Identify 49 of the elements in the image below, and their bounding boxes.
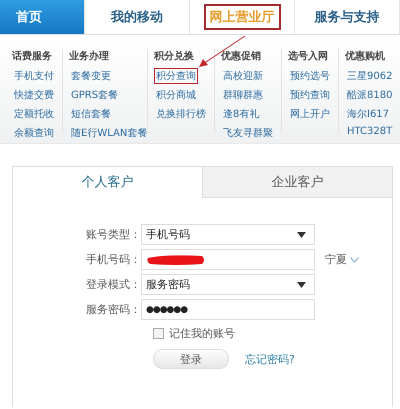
menu-heading: 业务办理 <box>69 50 109 63</box>
field-label: 服务密码： <box>85 302 141 317</box>
menu-heading: 优惠促销 <box>221 50 261 63</box>
select-field[interactable]: 手机号码 <box>141 224 315 245</box>
select-field[interactable]: 服务密码 <box>141 274 315 295</box>
menu-link[interactable]: HTC328T <box>345 125 394 138</box>
nav-tab[interactable]: 我的移动 <box>105 4 169 30</box>
menu-link[interactable]: 预约选号 <box>288 68 332 84</box>
menu-heading: 选号入网 <box>288 50 328 63</box>
menu-link[interactable]: GPRS套餐 <box>69 87 120 103</box>
menu-link[interactable]: 海尔I617 <box>345 106 392 122</box>
menu-link[interactable]: 飞友寻群聚 <box>221 125 275 141</box>
menu-link[interactable]: 套餐变更 <box>69 68 113 84</box>
menu-link[interactable]: 酷派8180 <box>345 87 394 103</box>
menu-link[interactable]: 预约查询 <box>288 87 332 103</box>
field-label: 手机号码： <box>85 252 141 267</box>
forgot-password-link[interactable]: 忘记密码? <box>245 352 295 366</box>
menu-link[interactable]: 三星9062 <box>345 68 394 84</box>
dropdown-arrow-icon <box>297 232 306 238</box>
menu-link[interactable]: 余额查询 <box>12 125 56 141</box>
menu-heading: 积分兑换 <box>154 50 194 63</box>
region-selector[interactable]: 宁夏 <box>325 252 347 267</box>
menu-link[interactable]: 兑换排行榜 <box>154 106 208 122</box>
phone-input-field[interactable] <box>141 249 315 270</box>
menu-link[interactable]: 短信套餐 <box>69 106 113 122</box>
menu-link[interactable]: 高校迎新 <box>221 68 265 84</box>
login-button[interactable]: 登录 <box>153 349 229 369</box>
menu-heading: 优惠购机 <box>345 50 385 63</box>
checkbox[interactable] <box>153 328 164 339</box>
dropdown-arrow-icon <box>297 282 306 288</box>
menu-link[interactable]: 随E行WLAN套餐 <box>69 125 150 141</box>
customer-tab[interactable]: 企业客户 <box>202 167 392 198</box>
menu-link[interactable]: 群聊群惠 <box>221 87 265 103</box>
checkbox-label: 记住我的账号 <box>169 326 235 341</box>
field-label: 登录模式： <box>85 277 141 292</box>
nav-tab[interactable]: 首页 <box>0 0 84 34</box>
menu-heading: 话费服务 <box>12 50 52 63</box>
nav-tab[interactable]: 服务与支持 <box>308 4 386 30</box>
field-label: 账号类型： <box>85 227 141 242</box>
chevron-down-icon <box>350 256 359 262</box>
menu-link[interactable]: 手机支付 <box>12 68 56 84</box>
menu-link[interactable]: 逢8有礼 <box>221 106 262 122</box>
menu-link[interactable]: 定额托收 <box>12 106 56 122</box>
redaction-mark <box>146 254 206 266</box>
menu-link[interactable]: 快捷交费 <box>12 87 56 103</box>
menu-link[interactable]: 积分商城 <box>154 87 198 103</box>
password-field[interactable]: ●●●●●● <box>141 299 315 320</box>
menu-link[interactable]: 网上开户 <box>288 106 332 122</box>
menu-link[interactable]: 积分查询 <box>154 68 198 84</box>
